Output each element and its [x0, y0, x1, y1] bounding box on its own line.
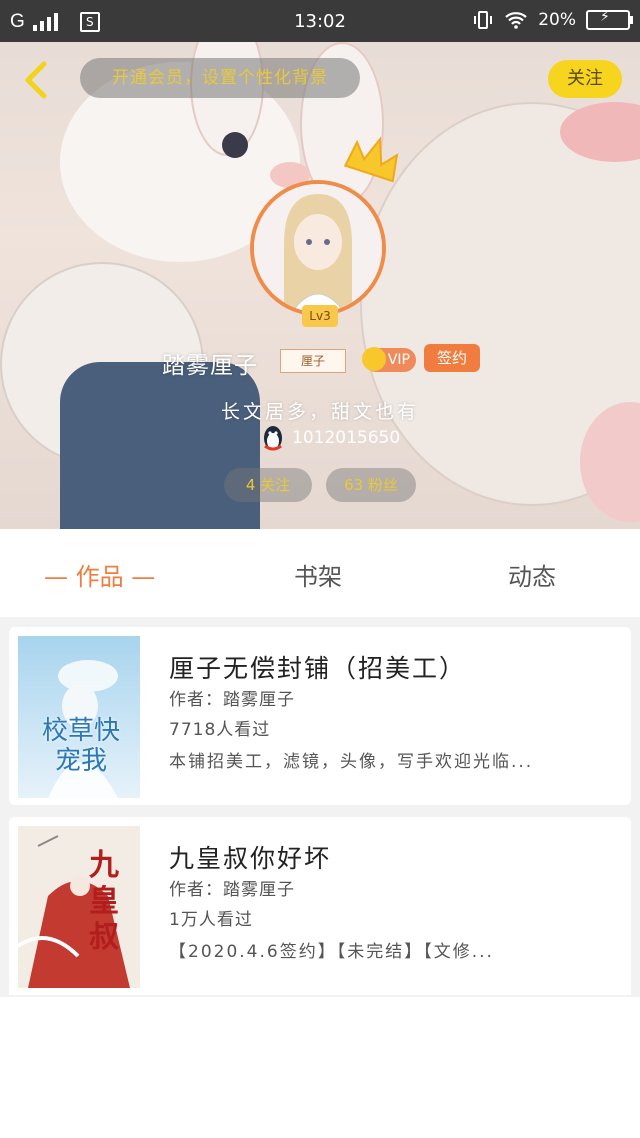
book-title[interactable]: 厘子无偿封铺（招美工）	[169, 649, 466, 685]
bunny-eye	[222, 132, 248, 158]
fans-count[interactable]: 63 粉丝	[326, 468, 416, 502]
user-bio: 长文居多，甜文也有	[220, 401, 419, 423]
status-bar: G S 13:02 20% ⚡	[0, 0, 640, 42]
tab-bar: — 作品 — 书架 动态	[0, 529, 640, 617]
book-views: 7718人看过	[169, 720, 271, 740]
book-cover-title: 校草快宠我	[41, 716, 120, 776]
name-tag: 厘子	[280, 349, 346, 373]
battery-icon: ⚡	[586, 9, 633, 30]
battery-percent: 20%	[538, 10, 576, 30]
avatar-portrait-icon	[254, 184, 382, 312]
book-cover[interactable]: 九皇叔	[18, 826, 140, 988]
avatar[interactable]	[250, 180, 386, 316]
follow-button[interactable]: 关注	[548, 60, 622, 98]
book-author: 作者：踏雾厘子	[169, 690, 295, 710]
username: 踏雾厘子	[162, 353, 258, 379]
back-arrow-icon[interactable]	[16, 60, 56, 100]
qq-penguin-icon	[264, 426, 282, 451]
book-list: 校草快宠我 厘子无偿封铺（招美工） 作者：踏雾厘子 7718人看过 本铺招美工，…	[0, 617, 640, 997]
book-card[interactable]: 九皇叔 九皇叔你好坏 作者：踏雾厘子 1万人看过 【2020.4.6签约】【未完…	[9, 817, 631, 995]
book-cover-title: 九皇叔	[89, 848, 119, 955]
vip-badge[interactable]: VIP	[362, 347, 416, 372]
level-badge: Lv3	[302, 305, 338, 327]
book-views: 1万人看过	[169, 910, 253, 930]
vip-sun-icon	[362, 347, 386, 371]
book-card[interactable]: 校草快宠我 厘子无偿封铺（招美工） 作者：踏雾厘子 7718人看过 本铺招美工，…	[9, 627, 631, 805]
qq-number: 1012015650	[292, 428, 401, 448]
girl-sleeve-illustration	[60, 362, 260, 529]
crown-icon	[343, 136, 399, 183]
status-right: 20% ⚡	[472, 9, 633, 30]
qq-row: 1012015650	[260, 424, 400, 452]
book-title[interactable]: 九皇叔你好坏	[169, 839, 331, 875]
tab-works[interactable]: — 作品 —	[44, 557, 155, 592]
book-description: 本铺招美工，滤镜，头像，写手欢迎光临...	[169, 752, 534, 772]
tab-bookshelf[interactable]: 书架	[294, 557, 342, 592]
tab-activity[interactable]: 动态	[508, 557, 556, 592]
signed-badge: 签约	[424, 344, 480, 372]
book-cover[interactable]: 校草快宠我	[18, 636, 140, 798]
book-author: 作者：踏雾厘子	[169, 880, 295, 900]
book-description: 【2020.4.6签约】【未完结】【文修...	[169, 942, 494, 962]
wifi-icon	[505, 12, 527, 29]
vip-label: VIP	[387, 352, 410, 368]
vibrate-icon	[474, 11, 493, 29]
following-count[interactable]: 4 关注	[224, 468, 312, 502]
vip-background-notice[interactable]: 开通会员，设置个性化背景	[80, 58, 360, 98]
